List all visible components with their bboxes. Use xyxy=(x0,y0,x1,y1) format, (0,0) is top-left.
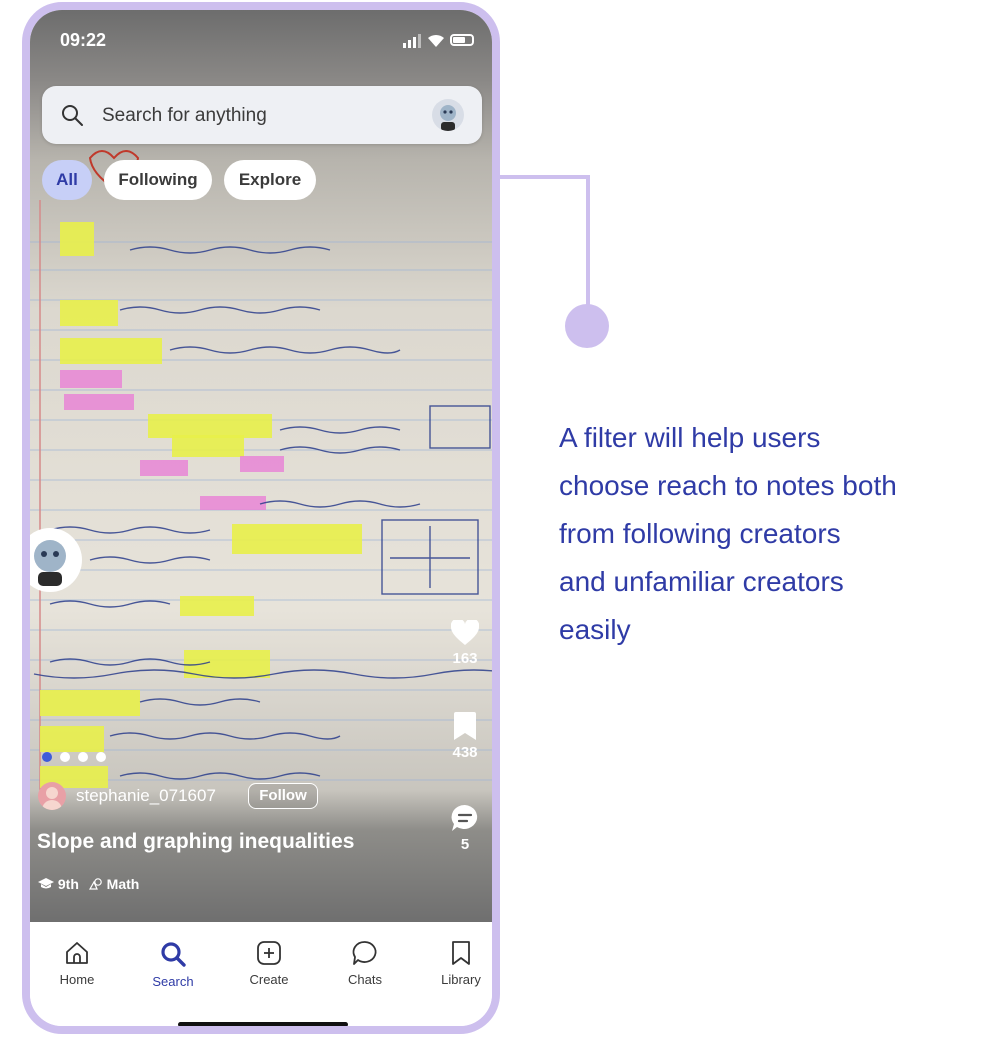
annotation-line: choose reach to notes both xyxy=(559,470,897,501)
tab-all[interactable]: All xyxy=(42,160,92,200)
phone-screen: 09:22 All Following Explore xyxy=(30,10,492,1026)
carousel-dot[interactable] xyxy=(60,752,70,762)
status-time: 09:22 xyxy=(60,30,107,50)
signal-icon xyxy=(403,34,421,48)
tab-following[interactable]: Following xyxy=(104,160,212,200)
post-meta: 9th Math xyxy=(38,876,139,892)
nav-search[interactable]: Search xyxy=(138,940,208,989)
search-icon xyxy=(62,105,83,126)
comment-action[interactable]: 5 xyxy=(440,804,490,853)
status-bar: 09:22 xyxy=(30,10,492,70)
search-input[interactable] xyxy=(100,101,404,131)
bookmark-icon xyxy=(454,712,476,740)
annotation-line: from following creators xyxy=(559,518,841,549)
heart-icon xyxy=(450,618,480,645)
save-action[interactable]: 438 xyxy=(440,712,490,761)
robot-avatar-icon xyxy=(440,105,456,131)
wifi-icon xyxy=(428,34,444,47)
save-count: 438 xyxy=(452,744,478,761)
search-bar[interactable] xyxy=(42,86,482,144)
profile-avatar[interactable] xyxy=(432,99,464,131)
annotation-line: and unfamiliar creators xyxy=(559,566,844,597)
battery-icon xyxy=(450,34,474,46)
grade-label: 9th xyxy=(57,876,79,892)
nav-create-label: Create xyxy=(249,972,289,987)
like-count: 163 xyxy=(452,650,478,667)
post-title: Slope and graphing inequalities xyxy=(37,830,355,853)
math-shapes-icon xyxy=(88,878,102,890)
subject-label: Math xyxy=(106,876,140,892)
carousel-dot[interactable] xyxy=(78,752,88,762)
comment-count: 5 xyxy=(460,836,470,853)
annotation-line: A filter will help users xyxy=(559,422,821,453)
carousel-dot-active[interactable] xyxy=(42,752,52,762)
home-indicator[interactable] xyxy=(178,1022,348,1026)
comment-icon xyxy=(451,804,478,831)
nav-home-label: Home xyxy=(59,972,95,987)
annotation-text: A filter will help users choose reach to… xyxy=(559,414,999,654)
annotation-line: easily xyxy=(559,614,631,645)
nav-library-label: Library xyxy=(441,972,481,987)
bookmark-icon xyxy=(452,941,470,965)
search-icon xyxy=(161,942,186,967)
plus-square-icon xyxy=(257,941,281,965)
nav-create[interactable]: Create xyxy=(234,940,304,987)
chat-icon xyxy=(352,941,377,965)
creator-avatar[interactable] xyxy=(38,782,66,810)
nav-library[interactable]: Library xyxy=(426,940,492,987)
user-avatar-icon xyxy=(42,787,62,810)
nav-chats-label: Chats xyxy=(348,972,382,987)
nav-chats[interactable]: Chats xyxy=(330,940,400,987)
bottom-nav: Home Search Create Chats Library xyxy=(30,922,492,1026)
follow-button[interactable]: Follow xyxy=(248,783,318,809)
phone-frame: 09:22 All Following Explore xyxy=(22,2,500,1034)
graduation-cap-icon xyxy=(38,878,54,889)
tab-explore[interactable]: Explore xyxy=(224,160,316,200)
carousel-dot[interactable] xyxy=(96,752,106,762)
nav-home[interactable]: Home xyxy=(42,940,112,987)
creator-name[interactable]: stephanie_071607 xyxy=(76,786,216,806)
nav-search-label: Search xyxy=(152,974,194,989)
home-icon xyxy=(66,942,88,964)
like-action[interactable]: 163 xyxy=(440,618,490,667)
